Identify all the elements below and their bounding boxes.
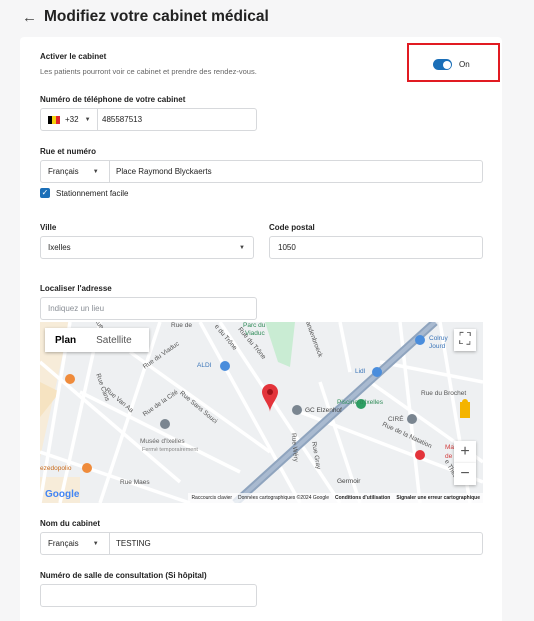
city-label: Ville <box>40 223 57 232</box>
street-language-select[interactable]: Français ▼ <box>41 167 109 176</box>
map-poi-colruyt2: Jourd <box>429 343 446 350</box>
chevron-down-icon: ▼ <box>84 116 91 123</box>
chevron-down-icon: ▼ <box>239 244 245 251</box>
map[interactable]: Parc du Viaduc ALDI Lidl Piscine d'Ixell… <box>40 322 483 503</box>
street-input[interactable]: Place Raymond Blyckaerts <box>116 167 212 176</box>
postal-input[interactable]: 1050 <box>269 236 483 259</box>
room-label: Numéro de salle de consultation (Si hôpi… <box>40 571 207 580</box>
map-poi-lidl[interactable]: Lidl <box>355 368 365 375</box>
country-code: +32 <box>65 115 79 124</box>
zoom-in-icon[interactable]: + <box>454 441 476 463</box>
activate-help-text: Les patients pourront voir ce cabinet et… <box>40 67 257 76</box>
parking-label: Stationnement facile <box>56 189 129 198</box>
map-data-credit: Données cartographiques ©2024 Google <box>238 495 329 501</box>
page-header: ← Modifiez votre cabinet médical <box>22 6 269 28</box>
zoom-out-icon[interactable]: − <box>454 463 476 485</box>
map-tab-satellite[interactable]: Satellite <box>86 328 142 352</box>
map-street-maes: Rue Maes <box>120 479 150 486</box>
name-language-select[interactable]: Français ▼ <box>41 539 109 548</box>
name-field: Français ▼ TESTING <box>40 532 483 555</box>
street-language: Français <box>48 167 79 176</box>
map-poi-aldi[interactable]: ALDI <box>197 362 211 369</box>
map-terms-link[interactable]: Conditions d'utilisation <box>335 495 390 501</box>
toggle-highlight-box <box>407 43 500 82</box>
map-type-tabs: Plan Satellite <box>45 328 149 352</box>
map-poi-ezedopolio[interactable]: ezedopolio <box>40 465 71 472</box>
locate-input[interactable]: Indiquez un lieu <box>40 297 257 320</box>
map-label-parc: Parc du <box>243 322 266 329</box>
map-poi-gc[interactable]: GC Elzenhof <box>305 407 342 414</box>
map-tab-plan[interactable]: Plan <box>45 328 86 352</box>
postal-value: 1050 <box>278 243 296 252</box>
fullscreen-icon[interactable]: ⛶ <box>454 329 476 351</box>
country-code-select[interactable]: +32 ▼ <box>41 115 96 124</box>
phone-label: Numéro de téléphone de votre cabinet <box>40 95 186 104</box>
chevron-down-icon: ▼ <box>92 168 99 175</box>
city-value: Ixelles <box>48 243 71 252</box>
phone-number-input[interactable]: 485587513 <box>102 115 142 124</box>
map-poi-germoir[interactable]: Germoir <box>337 478 360 485</box>
belgium-flag-icon <box>48 115 60 124</box>
page-title: Modifiez votre cabinet médical <box>44 8 269 25</box>
map-report-link[interactable]: Signaler une erreur cartographique <box>396 495 480 501</box>
room-input[interactable] <box>40 584 257 607</box>
postal-label: Code postal <box>269 223 315 232</box>
map-poi-piscine[interactable]: Piscine d'Ixelles <box>337 399 383 406</box>
name-input[interactable]: TESTING <box>116 539 151 548</box>
locate-label: Localiser l'adresse <box>40 284 112 293</box>
google-logo: Google <box>45 489 80 500</box>
map-poi-colruyt[interactable]: Colruy <box>429 335 448 342</box>
locate-placeholder: Indiquez un lieu <box>48 304 105 313</box>
map-shortcuts-link[interactable]: Raccourcis clavier <box>191 495 232 501</box>
street-field: Français ▼ Place Raymond Blyckaerts <box>40 160 483 183</box>
name-label: Nom du cabinet <box>40 519 101 528</box>
map-street-brochet: Rue du Brochet <box>421 390 467 397</box>
map-footer: Raccourcis clavier Données cartographiqu… <box>188 493 483 503</box>
map-poi-cire[interactable]: CIRÉ <box>388 416 404 423</box>
parking-checkbox[interactable]: ✓ <box>40 188 50 198</box>
toggle-state-label: On <box>459 60 470 69</box>
map-poi-musee[interactable]: Musée d'Ixelles <box>140 438 185 445</box>
map-street-rue-de: Rue de <box>171 322 192 329</box>
phone-field: +32 ▼ 485587513 <box>40 108 257 131</box>
activate-toggle[interactable] <box>433 59 452 70</box>
name-language: Français <box>48 539 79 548</box>
activate-label: Activer le cabinet <box>40 52 107 61</box>
map-poi-ferme: Fermé temporairement <box>142 447 198 453</box>
city-select[interactable]: Ixelles ▼ <box>40 236 254 259</box>
chevron-down-icon: ▼ <box>92 540 99 547</box>
street-label: Rue et numéro <box>40 147 97 156</box>
arrow-left-icon[interactable]: ← <box>22 9 44 26</box>
